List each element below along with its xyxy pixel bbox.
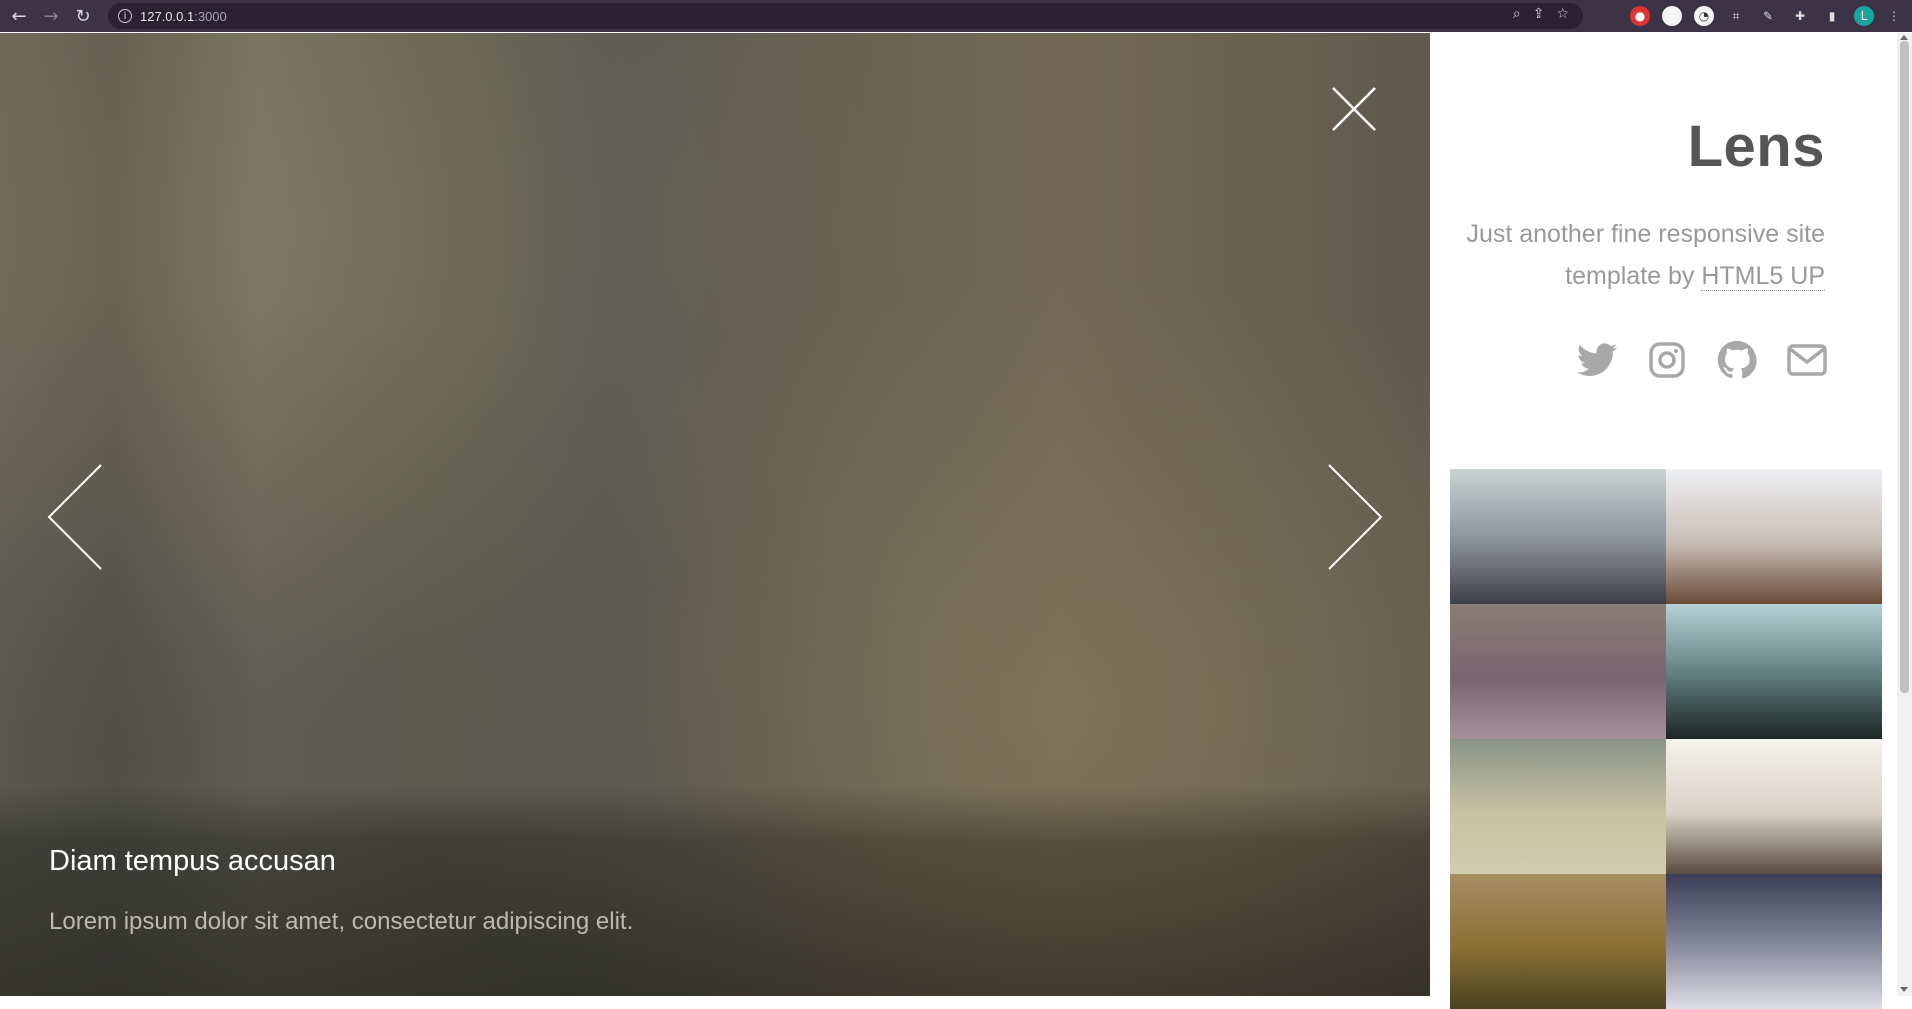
thumbnail[interactable] [1450,874,1666,1009]
scrollbar[interactable] [1897,33,1912,996]
thumbnail-grid [1450,469,1882,1009]
caption-title: Diam tempus accusan [49,845,336,877]
scroll-down-arrow-icon[interactable] [1900,987,1908,992]
image-viewer: Diam tempus accusan Lorem ipsum dolor si… [0,33,1430,996]
site-info-icon[interactable]: i [118,9,132,23]
previous-arrow-icon[interactable] [46,463,104,571]
extension-clock-icon[interactable]: ◔ [1694,6,1714,26]
site-title: Lens [1687,114,1825,179]
address-bar[interactable]: i 127.0.0.1:3000 ⌕ ⇪ ☆ [108,3,1583,29]
social-links [1575,338,1829,382]
share-icon[interactable]: ⇪ [1533,6,1545,22]
scroll-up-arrow-icon[interactable] [1900,35,1908,40]
close-icon[interactable] [1330,85,1378,133]
extension-red-icon[interactable]: ● [1630,6,1650,26]
instagram-icon[interactable] [1645,338,1689,382]
bookmark-star-icon[interactable]: ☆ [1556,6,1569,22]
extension-crop-icon[interactable]: ⌗ [1726,6,1746,26]
extension-pen-icon[interactable]: ✎ [1758,6,1778,26]
zoom-icon[interactable]: ⌕ [1513,6,1521,22]
thumbnail[interactable] [1666,739,1882,874]
thumbnail[interactable] [1666,469,1882,604]
tagline: Just another fine responsive site templa… [1465,213,1825,297]
reload-icon[interactable]: ↻ [73,6,93,27]
thumbnail[interactable] [1666,874,1882,1009]
menu-kebab-icon[interactable]: ⋮ [1884,6,1904,26]
back-arrow-icon[interactable]: ← [9,6,29,27]
scrollbar-thumb[interactable] [1900,41,1909,693]
side-panel-icon[interactable]: ▮ [1822,6,1842,26]
browser-toolbar: ← → ↻ i 127.0.0.1:3000 ⌕ ⇪ ☆ ● ◔ ⌗ ✎ ✚ ▮… [0,0,1912,32]
forward-arrow-icon[interactable]: → [41,6,61,27]
next-arrow-icon[interactable] [1326,463,1384,571]
profile-avatar[interactable]: L [1854,6,1874,26]
thumbnail[interactable] [1450,739,1666,874]
url-port: :3000 [194,8,227,24]
github-icon[interactable] [1715,338,1759,382]
envelope-icon[interactable] [1785,338,1829,382]
thumbnail[interactable] [1450,469,1666,604]
url-host: 127.0.0.1 [140,8,195,24]
sidebar: Lens Just another fine responsive site t… [1430,33,1897,1009]
extension-white-icon[interactable] [1662,6,1682,26]
twitter-icon[interactable] [1575,338,1619,382]
caption-text: Lorem ipsum dolor sit amet, consectetur … [49,908,634,935]
html5up-link[interactable]: HTML5 UP [1701,262,1825,291]
extensions-puzzle-icon[interactable]: ✚ [1790,6,1810,26]
thumbnail[interactable] [1450,604,1666,739]
thumbnail[interactable] [1666,604,1882,739]
image-caption: Diam tempus accusan Lorem ipsum dolor si… [49,845,1049,936]
